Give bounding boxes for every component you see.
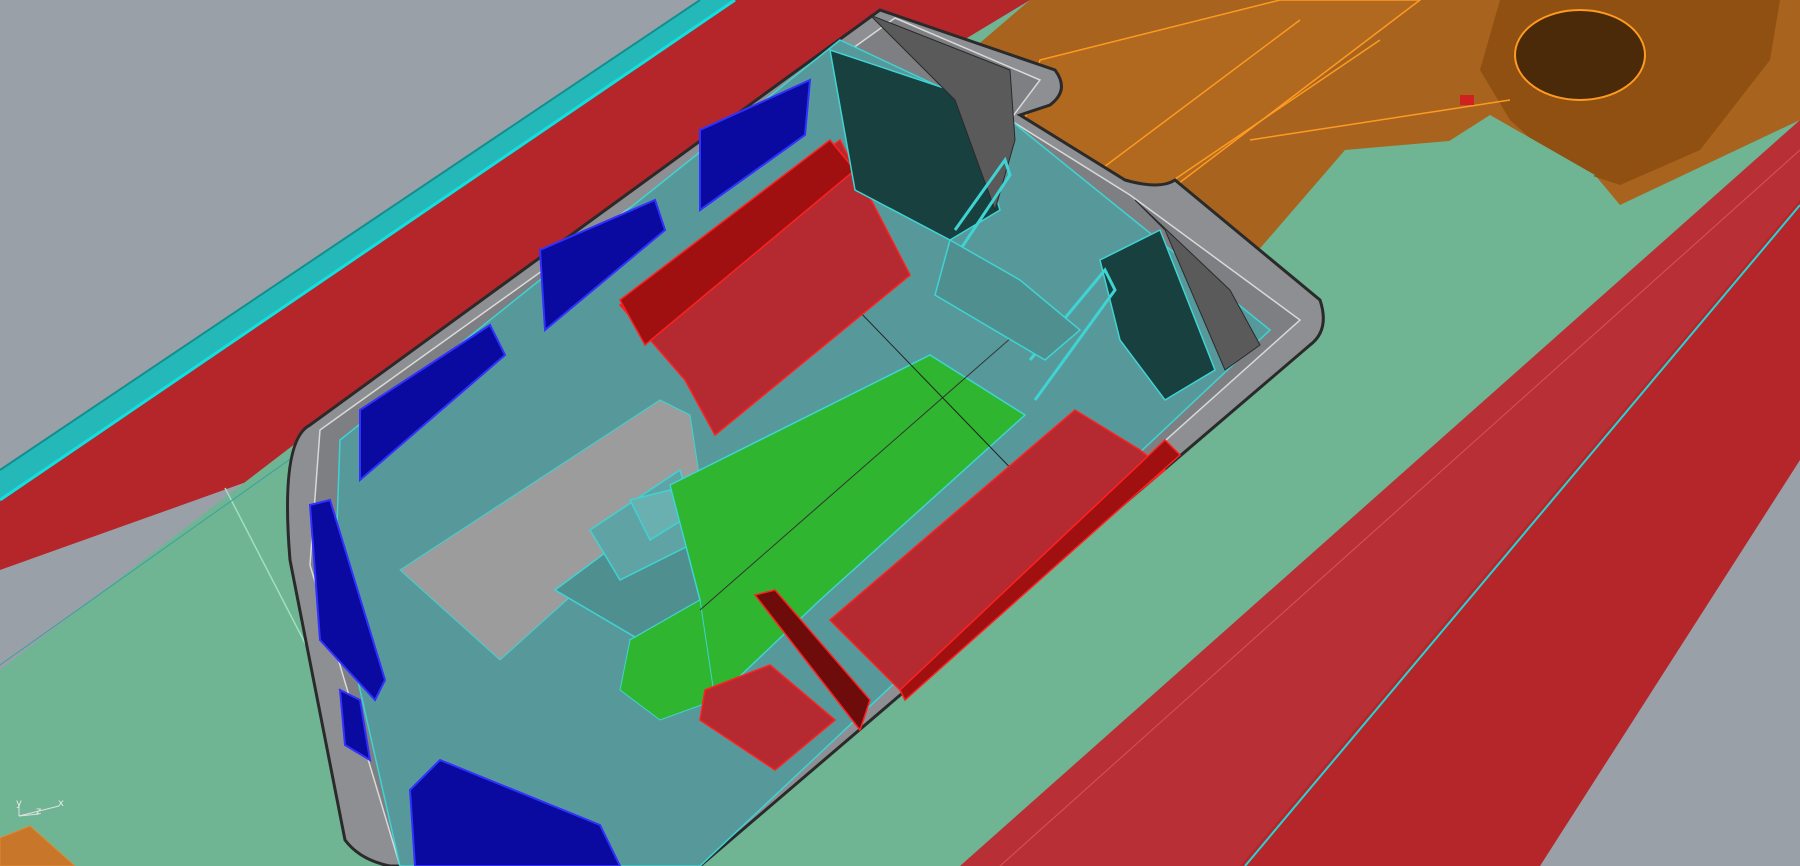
rhino-perspective-viewport[interactable]: y z x xyxy=(0,0,1800,866)
axis-z-label: z xyxy=(36,806,42,817)
axis-gizmo: y z x xyxy=(4,796,74,862)
engine-hatch-opening[interactable] xyxy=(1514,9,1646,101)
boat-cockpit-model[interactable] xyxy=(0,0,1800,866)
axis-y-label: y xyxy=(16,798,22,809)
engine-hatch-marker xyxy=(1460,95,1474,105)
axis-x-label: x xyxy=(58,798,64,809)
